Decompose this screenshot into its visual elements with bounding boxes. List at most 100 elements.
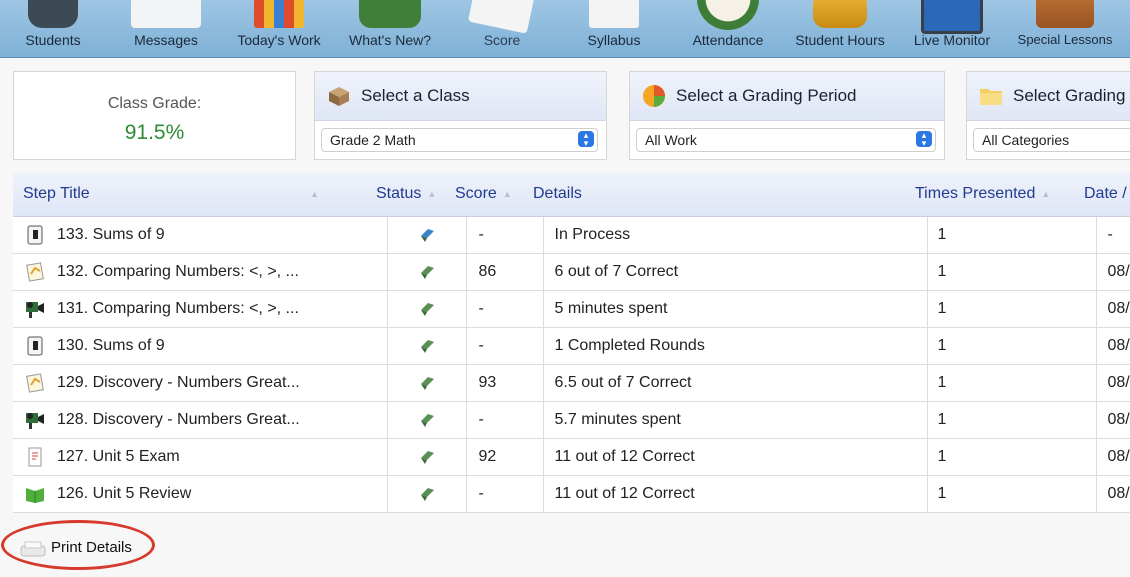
table-row[interactable]: 129. Discovery - Numbers Great... 93 6.5 o…	[13, 364, 1130, 402]
status-icon	[420, 487, 434, 501]
cell-date: 08/	[1096, 290, 1130, 328]
cell-score: -	[466, 290, 544, 328]
table-row[interactable]: 130. Sums of 9 - 1 Completed Rounds 1 08/	[13, 327, 1130, 365]
toolbar-todays-work[interactable]: Today's Work	[228, 0, 330, 57]
toolbar-students[interactable]: Students	[8, 0, 98, 57]
status-icon	[420, 228, 434, 242]
times-presented-text: 1	[937, 448, 947, 465]
table-row[interactable]: 132. Comparing Numbers: <, >, ... 86 6 out…	[13, 253, 1130, 291]
times-presented-text: 1	[937, 337, 947, 354]
date-text: 08/	[1107, 485, 1130, 502]
cell-step-title[interactable]: 126. Unit 5 Review	[13, 475, 388, 513]
cell-details: 6 out of 7 Correct	[543, 253, 928, 291]
column-header-label: Score	[455, 185, 497, 202]
cell-step-title[interactable]: 127. Unit 5 Exam	[13, 438, 388, 476]
toolbar-label: Special Lessons	[1017, 32, 1113, 47]
cell-score: 86	[466, 253, 544, 291]
cell-status	[387, 438, 467, 476]
step-title-text: 132. Comparing Numbers: <, >, ...	[57, 263, 299, 281]
toolbar-label: Attendance	[692, 32, 764, 48]
toolbar-special-lessons[interactable]: Special Lessons	[1012, 0, 1118, 57]
cell-score: 92	[466, 438, 544, 476]
cell-date: 08/	[1096, 475, 1130, 513]
table-header-row: Step Title ▲ Status ▲ Score ▲ Details Time…	[13, 172, 1130, 217]
grading-category-select[interactable]: All Categories	[973, 128, 1130, 152]
table-row[interactable]: 127. Unit 5 Exam 92 11 out of 12 Correct 1 0…	[13, 438, 1130, 476]
class-grade-value: 91.5%	[124, 121, 185, 144]
print-details-button[interactable]: Print Details	[14, 533, 164, 563]
cell-times-presented: 1	[927, 438, 1097, 476]
toolbar-label: What's New?	[348, 32, 432, 48]
class-grade-label: Class Grade:	[107, 95, 202, 112]
toolbar-score[interactable]: Score	[458, 0, 546, 57]
toolbar-live-monitor[interactable]: Live Monitor	[904, 0, 1000, 57]
grading-period-selector-title: Select a Grading Period	[676, 86, 857, 105]
game-icon	[27, 225, 43, 245]
toolbar-label: Live Monitor	[913, 32, 991, 48]
score-text: -	[478, 337, 484, 354]
box-icon	[329, 87, 349, 106]
toolbar-label: Student Hours	[795, 32, 885, 48]
toolbar-messages[interactable]: Messages	[120, 0, 212, 57]
cell-date: 08/	[1096, 401, 1130, 439]
column-header-date[interactable]: Date /	[1084, 172, 1130, 217]
cell-date: 08/	[1096, 253, 1130, 291]
step-title-text: 131. Comparing Numbers: <, >, ...	[57, 300, 299, 318]
details-text: In Process	[554, 226, 631, 243]
table-row[interactable]: 128. Discovery - Numbers Great... - 5.7 mi…	[13, 401, 1130, 439]
cell-details: 11 out of 12 Correct	[543, 475, 928, 513]
student-hours-icon	[813, 0, 867, 28]
column-header-score[interactable]: Score ▲	[455, 172, 543, 217]
times-presented-text: 1	[937, 411, 947, 428]
class-selector-header: Select a Class	[315, 72, 606, 121]
cell-details: 11 out of 12 Correct	[543, 438, 928, 476]
table-row[interactable]: 133. Sums of 9 - In Process 1 -	[13, 216, 1130, 254]
status-icon	[420, 265, 434, 279]
toolbar-label: Syllabus	[587, 32, 641, 48]
cell-step-title[interactable]: 131. Comparing Numbers: <, >, ...	[13, 290, 388, 328]
cell-step-title[interactable]: 130. Sums of 9	[13, 327, 388, 365]
cell-times-presented: 1	[927, 364, 1097, 402]
toolbar-label: Score	[483, 32, 521, 48]
column-header-step-title[interactable]: Step Title ▲	[13, 172, 387, 217]
class-select-value: Grade 2 Math	[330, 132, 416, 148]
class-select[interactable]: Grade 2 Math ▴ ▾	[321, 128, 598, 152]
todays-work-icon	[254, 0, 304, 28]
times-presented-text: 1	[937, 374, 947, 391]
toolbar-label: Students	[25, 32, 81, 48]
cell-step-title[interactable]: 133. Sums of 9	[13, 216, 388, 254]
cell-step-title[interactable]: 132. Comparing Numbers: <, >, ...	[13, 253, 388, 291]
column-header-details[interactable]: Details	[533, 172, 927, 217]
status-icon	[420, 376, 434, 390]
students-icon	[28, 0, 78, 28]
toolbar-whats-new[interactable]: What's New?	[340, 0, 440, 57]
table-row[interactable]: 126. Unit 5 Review - 11 out of 12 Correct 1…	[13, 475, 1130, 513]
video-icon	[26, 413, 44, 429]
date-text: 08/	[1107, 374, 1130, 391]
times-presented-text: 1	[937, 300, 947, 317]
cell-date: 08/	[1096, 364, 1130, 402]
grading-period-select-value: All Work	[645, 132, 697, 148]
score-text: 92	[478, 448, 497, 465]
date-text: 08/	[1107, 337, 1130, 354]
class-selector-panel: Select a Class Grade 2 Math ▴ ▾	[314, 71, 607, 160]
score-text: 86	[478, 263, 497, 280]
grading-period-select[interactable]: All Work ▴ ▾	[636, 128, 936, 152]
column-header-times-presented[interactable]: Times Presented ▲	[915, 172, 1096, 217]
toolbar-student-hours[interactable]: Student Hours	[786, 0, 894, 57]
toolbar-attendance[interactable]: Attendance	[680, 0, 776, 57]
column-header-label: Times Presented	[915, 185, 1036, 202]
grading-category-select-value: All Categories	[982, 132, 1070, 148]
cell-times-presented: 1	[927, 327, 1097, 365]
syllabus-icon	[589, 0, 639, 28]
step-title-text: 126. Unit 5 Review	[57, 485, 192, 503]
cell-status	[387, 475, 467, 513]
cell-details: 5.7 minutes spent	[543, 401, 928, 439]
toolbar-syllabus[interactable]: Syllabus	[570, 0, 658, 57]
details-text: 11 out of 12 Correct	[554, 485, 695, 502]
printer-icon	[20, 541, 46, 557]
cell-step-title[interactable]: 129. Discovery - Numbers Great...	[13, 364, 388, 402]
cell-step-title[interactable]: 128. Discovery - Numbers Great...	[13, 401, 388, 439]
table-row[interactable]: 131. Comparing Numbers: <, >, ... - 5 minu…	[13, 290, 1130, 328]
grading-category-selector-header: Select Grading C	[967, 72, 1130, 121]
